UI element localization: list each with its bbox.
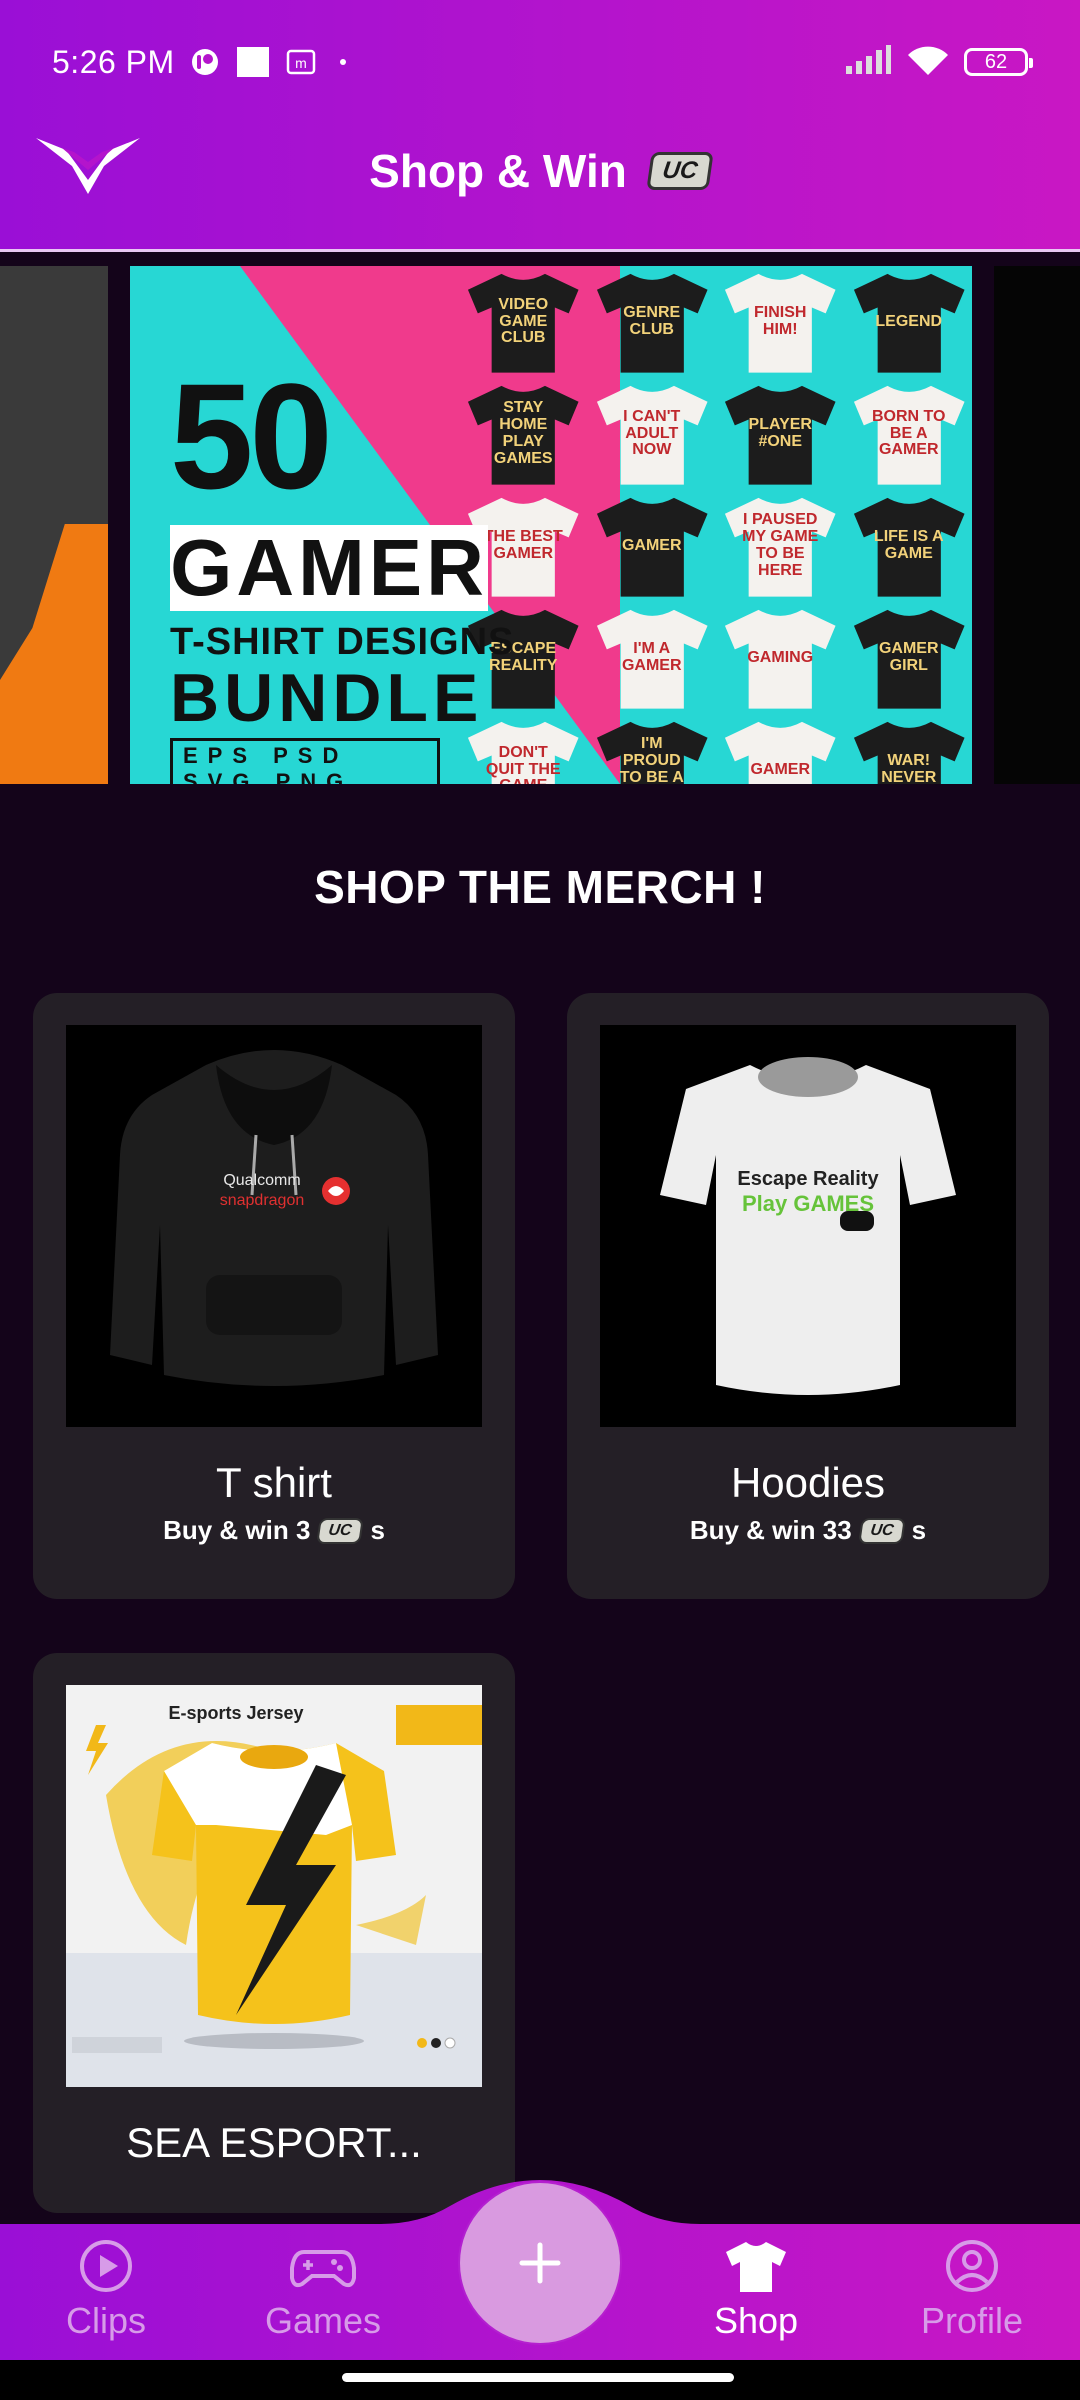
- banner-shirt: GAMER: [717, 714, 844, 784]
- page-title-row: Shop & Win UC: [0, 144, 1080, 198]
- nav-label: Shop: [713, 2300, 799, 2341]
- section-title: SHOP THE MERCH !: [314, 861, 766, 913]
- banner-formats: EPS PSD SVG PNG: [170, 738, 440, 784]
- wifi-icon: [906, 43, 950, 82]
- price-suffix: s: [370, 1515, 385, 1545]
- product-card-hoodies[interactable]: Escape Reality Play GAMES Hoodies Buy & …: [567, 993, 1049, 1599]
- play-circle-icon: [80, 2240, 132, 2292]
- product-price: Buy & win 33 UC s: [567, 1515, 1049, 1546]
- svg-text:m: m: [295, 55, 307, 71]
- uc-badge-icon: UC: [857, 1517, 906, 1544]
- banner-number: 50: [170, 352, 333, 520]
- banner-shirt: GAMER: [589, 490, 716, 602]
- add-fab-button[interactable]: [460, 2183, 620, 2343]
- banner-shirt: BORN TO BE A GAMER: [846, 378, 973, 490]
- product-image-tshirt: Escape Reality Play GAMES: [600, 1025, 1016, 1427]
- nav-label: Clips: [65, 2300, 146, 2341]
- app-screen: 5:26 PM m 62 Shop & Win UC VIDEO GAME CL…: [0, 0, 1080, 2400]
- banner-shirt-text: I'M PROUD TO BE A GAMER: [619, 735, 684, 784]
- banner-shirt-text: LIFE IS A GAME: [873, 528, 944, 562]
- banner-shirt: I'M PROUD TO BE A GAMER: [589, 714, 716, 784]
- banner-shirt: WAR! NEVER: [846, 714, 973, 784]
- banner-shirt-text: PLAYER #ONE: [748, 416, 812, 450]
- banner-shirt-text: GAMER: [621, 536, 682, 554]
- banner-shirt: I CAN'T ADULT NOW: [589, 378, 716, 490]
- banner-shirt-text: LEGEND: [875, 312, 943, 330]
- nav-profile[interactable]: Profile: [892, 2238, 1052, 2342]
- plus-icon: [519, 2242, 561, 2284]
- square-notification-icon: [235, 45, 271, 79]
- banner-shirt: I'M A GAMER: [589, 602, 716, 714]
- gamepad-icon: [290, 2250, 356, 2288]
- banner-shirt-text: I'M A GAMER: [621, 640, 682, 674]
- banner-shirt: GENRE CLUB: [589, 266, 716, 378]
- dot-indicator-icon: [331, 56, 355, 68]
- banner-shirt-text: GAMING: [747, 648, 814, 666]
- uc-badge-icon: UC: [646, 152, 714, 190]
- banner-prev-slide[interactable]: [0, 266, 108, 784]
- signal-icon: [844, 44, 892, 81]
- product-image-hoodie: Qualcomm snapdragon: [66, 1025, 482, 1427]
- product-name: T shirt: [216, 1459, 332, 1506]
- banner-shirt-text: FINISH HIM!: [754, 304, 807, 338]
- banner-word: GAMER: [170, 523, 488, 612]
- status-bar: 5:26 PM m 62: [52, 36, 1033, 88]
- banner-shirt: LIFE IS A GAME: [846, 490, 973, 602]
- banner-shirt: I PAUSED MY GAME TO BE HERE: [717, 490, 844, 602]
- banner-shirt-text: GAMER GIRL: [878, 640, 939, 674]
- uc-badge-icon: UC: [316, 1517, 365, 1544]
- banner-shirt: PLAYER #ONE: [717, 378, 844, 490]
- nav-label: Games: [264, 2300, 382, 2341]
- price-suffix: s: [911, 1515, 927, 1545]
- hoodie-print-top: Qualcomm: [223, 1172, 300, 1189]
- product-card-sea-esports[interactable]: E-sports Jersey SEA ESPORT...: [33, 1653, 515, 2213]
- banner-shirt-text: I CAN'T ADULT NOW: [623, 407, 681, 459]
- nav-clips[interactable]: Clips: [26, 2238, 186, 2342]
- product-name: Hoodies: [730, 1459, 886, 1506]
- mail-notification-icon: m: [285, 48, 317, 76]
- hoodie-print-bottom: snapdragon: [220, 1192, 305, 1209]
- banner-shirt-text: VIDEO GAME CLUB: [498, 295, 549, 347]
- banner-shirt-grid: VIDEO GAME CLUB GENRE CLUB FINISH HIM! LEGE…: [460, 266, 972, 784]
- product-image-jersey: E-sports Jersey: [66, 1685, 482, 2087]
- nav-games[interactable]: Games: [243, 2238, 403, 2342]
- product-name: SEA ESPORT...: [126, 2119, 422, 2166]
- app-header: 5:26 PM m 62 Shop & Win UC: [0, 0, 1080, 252]
- nav-label: Profile: [920, 2300, 1024, 2341]
- banner-shirt-text: WAR! NEVER: [881, 752, 937, 784]
- user-circle-icon: [946, 2240, 998, 2292]
- product-price: Buy & win 3 UC s: [33, 1515, 515, 1546]
- banner-shirt-text: GENRE CLUB: [623, 304, 681, 338]
- banner-shirt-text: I PAUSED MY GAME TO BE HERE: [742, 511, 819, 579]
- banner-shirt-text: BORN TO BE A GAMER: [872, 407, 946, 459]
- battery-icon: 62: [964, 48, 1033, 76]
- banner-shirt-text: GAMER: [750, 760, 811, 778]
- banner-slide[interactable]: VIDEO GAME CLUB GENRE CLUB FINISH HIM! LEGE…: [130, 266, 972, 784]
- home-indicator[interactable]: [342, 2373, 734, 2382]
- banner-shirt: GAMING: [717, 602, 844, 714]
- banner-text: 50 GAMER T-SHIRT DESIGNS BUNDLE EPS PSD …: [170, 361, 514, 784]
- banner-shirt: LEGEND: [846, 266, 973, 378]
- price-prefix: Buy & win 3: [163, 1515, 311, 1545]
- page-title: Shop & Win: [369, 145, 627, 197]
- jersey-print-top: E-sports Jersey: [168, 1703, 303, 1723]
- tshirt-print-top: Escape Reality: [737, 1168, 879, 1190]
- banner-shirt: GAMER GIRL: [846, 602, 973, 714]
- banner-next-slide[interactable]: [994, 266, 1080, 784]
- product-card-tshirt[interactable]: Qualcomm snapdragon T shirt Buy & win 3 …: [33, 993, 515, 1599]
- price-prefix: Buy & win 33: [689, 1515, 852, 1545]
- banner-line1: T-SHIRT DESIGNS: [170, 621, 515, 663]
- banner-line2: BUNDLE: [170, 660, 484, 736]
- app-notification-icon: [189, 46, 221, 78]
- banner-shirt: FINISH HIM!: [717, 266, 844, 378]
- shirt-icon: [726, 2242, 786, 2292]
- status-time: 5:26 PM: [52, 43, 175, 80]
- nav-shop[interactable]: Shop: [676, 2238, 836, 2342]
